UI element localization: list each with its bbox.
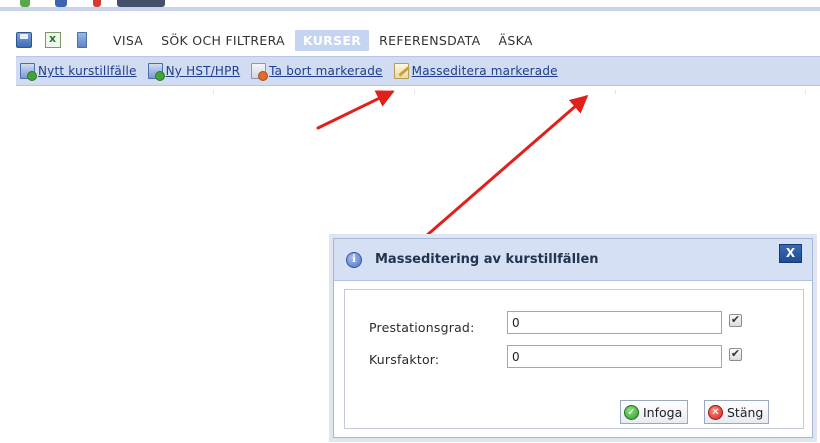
top-icon-red <box>93 0 101 7</box>
new-document-icon <box>147 63 165 81</box>
top-window-strip <box>0 0 820 18</box>
document-icon[interactable] <box>77 32 87 48</box>
dialog-close-button[interactable]: X <box>779 244 802 263</box>
check-icon: ✓ <box>624 404 639 420</box>
prestationsgrad-input[interactable] <box>507 311 722 334</box>
stang-button[interactable]: ✕ Stäng <box>704 400 770 424</box>
dialog-body: Prestationsgrad: ✔ Kursfaktor: ✔ ✓ Infog… <box>344 289 804 429</box>
top-strip <box>0 7 820 11</box>
new-hst-hpr-label: Ny HST/HPR <box>165 64 241 78</box>
close-icon: ✕ <box>708 404 723 420</box>
infoga-button[interactable]: ✓ Infoga <box>620 400 689 424</box>
main-menu: VISA SÖK OCH FILTRERA KURSER REFERENSDAT… <box>16 29 543 51</box>
new-course-instance-button[interactable]: Nytt kurstillfälle <box>20 63 137 81</box>
mass-edit-selected-button[interactable]: Masseditera markerade <box>393 63 558 79</box>
dialog-title: Masseditering av kurstillfällen <box>375 252 599 267</box>
top-icon-dark <box>117 0 165 7</box>
info-icon: i <box>346 251 362 268</box>
top-icon-green <box>20 0 30 7</box>
mass-edit-dialog: i Masseditering av kurstillfällen X Pres… <box>333 238 813 438</box>
menu-item-visa[interactable]: VISA <box>105 30 151 51</box>
menu-item-aska[interactable]: ÄSKA <box>490 30 540 51</box>
kursfaktor-row: Kursfaktor: <box>369 352 439 367</box>
delete-document-icon <box>251 63 269 81</box>
delete-selected-label: Ta bort markerade <box>269 64 383 78</box>
menu-item-referensdata[interactable]: REFERENSDATA <box>371 30 488 51</box>
prestationsgrad-row: Prestationsgrad: <box>369 320 474 335</box>
kursfaktor-input[interactable] <box>507 345 722 368</box>
excel-export-icon[interactable] <box>45 32 61 48</box>
new-document-icon <box>20 63 37 81</box>
grid-divider <box>805 90 806 94</box>
grid-divider <box>414 90 415 94</box>
menu-item-kurser[interactable]: KURSER <box>294 29 370 51</box>
grid-divider <box>615 90 616 94</box>
prestationsgrad-label: Prestationsgrad: <box>369 320 475 335</box>
prestationsgrad-checkbox[interactable]: ✔ <box>729 314 742 327</box>
new-course-instance-label: Nytt kurstillfälle <box>38 64 137 78</box>
kursfaktor-checkbox[interactable]: ✔ <box>729 348 742 361</box>
top-icon-blue <box>55 0 67 7</box>
menu-item-sok-och-filtrera[interactable]: SÖK OCH FILTRERA <box>153 30 293 51</box>
action-toolbar: Nytt kurstillfälle Ny HST/HPR Ta bort ma… <box>16 56 820 86</box>
edit-document-icon <box>393 63 409 79</box>
arrow-to-delete <box>316 90 395 130</box>
save-icon[interactable] <box>16 32 32 48</box>
kursfaktor-label: Kursfaktor: <box>369 352 440 367</box>
stang-label: Stäng <box>727 404 764 420</box>
new-hst-hpr-button[interactable]: Ny HST/HPR <box>147 63 241 81</box>
dialog-header: i Masseditering av kurstillfällen X <box>334 239 812 281</box>
grid-divider <box>213 90 214 94</box>
infoga-label: Infoga <box>643 404 683 420</box>
arrow-to-mass-edit <box>416 95 589 245</box>
delete-selected-button[interactable]: Ta bort markerade <box>251 63 383 81</box>
mass-edit-selected-label: Masseditera markerade <box>411 64 558 78</box>
